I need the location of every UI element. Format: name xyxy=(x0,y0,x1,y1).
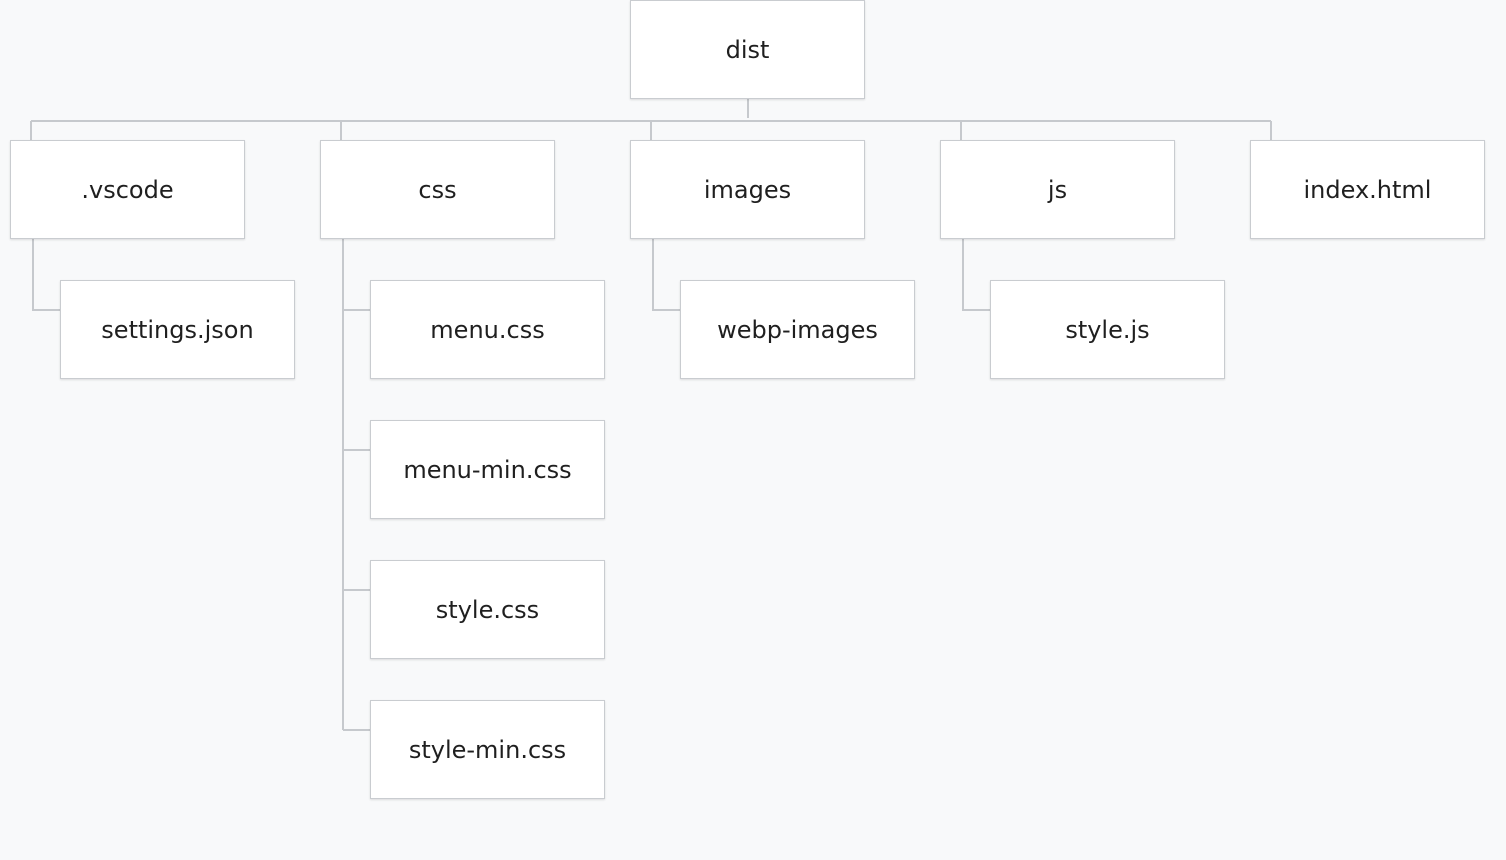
connector-webp xyxy=(652,239,680,311)
node-js: js xyxy=(940,140,1175,239)
connector-settings xyxy=(32,239,60,311)
node-style-min-css: style-min.css xyxy=(370,700,605,799)
node-images: images xyxy=(630,140,865,239)
node-style-css: style.css xyxy=(370,560,605,659)
node-settings-json: settings.json xyxy=(60,280,295,379)
connector-stylejs xyxy=(962,239,990,311)
tree-connectors xyxy=(30,99,1272,731)
folder-tree-diagram: dist .vscode css images js index.html se… xyxy=(0,0,1506,860)
node-dist: dist xyxy=(630,0,865,99)
node-vscode: .vscode xyxy=(10,140,245,239)
node-index-html: index.html xyxy=(1250,140,1485,239)
node-menu-css: menu.css xyxy=(370,280,605,379)
node-webp-images: webp-images xyxy=(680,280,915,379)
node-menu-min-css: menu-min.css xyxy=(370,420,605,519)
node-style-js: style.js xyxy=(990,280,1225,379)
node-css: css xyxy=(320,140,555,239)
